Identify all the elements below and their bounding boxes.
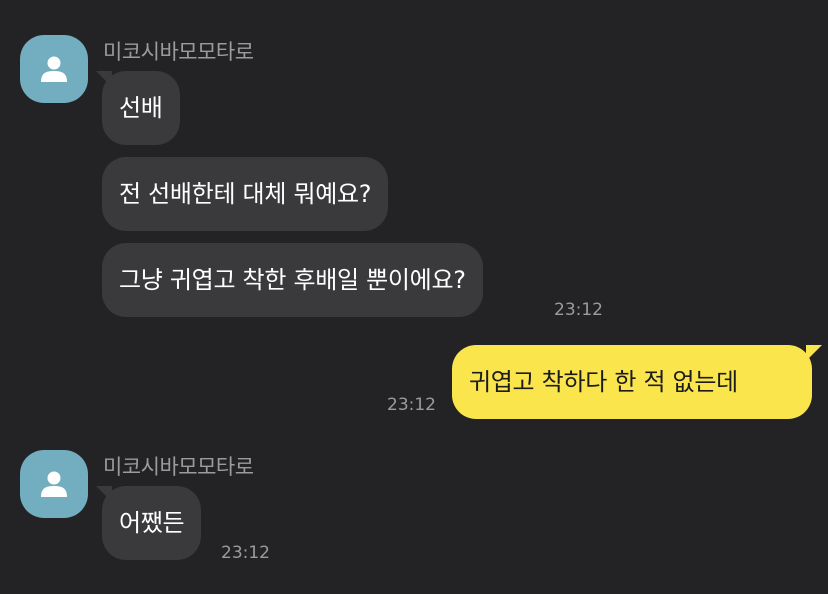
message-bubble[interactable]: 선배 xyxy=(102,71,180,145)
message-time: 23:12 xyxy=(387,395,436,415)
bubble-tail xyxy=(806,345,822,361)
avatar[interactable] xyxy=(20,450,88,518)
person-icon xyxy=(41,56,67,82)
sender-name: 미코시바모모타로 xyxy=(103,40,254,64)
person-icon xyxy=(41,471,67,497)
sender-name: 미코시바모모타로 xyxy=(103,455,254,479)
my-message-bubble[interactable]: 귀엽고 착하다 한 적 없는데 xyxy=(452,345,812,419)
message-bubble[interactable]: 어쨌든 xyxy=(102,486,202,560)
message-bubble[interactable]: 그냥 귀엽고 착한 후배일 뿐이에요? xyxy=(102,243,483,317)
avatar[interactable] xyxy=(20,35,88,103)
message-time: 23:12 xyxy=(221,543,270,563)
message-bubble[interactable]: 전 선배한테 대체 뭐예요? xyxy=(102,157,389,231)
message-time: 23:12 xyxy=(554,300,603,320)
